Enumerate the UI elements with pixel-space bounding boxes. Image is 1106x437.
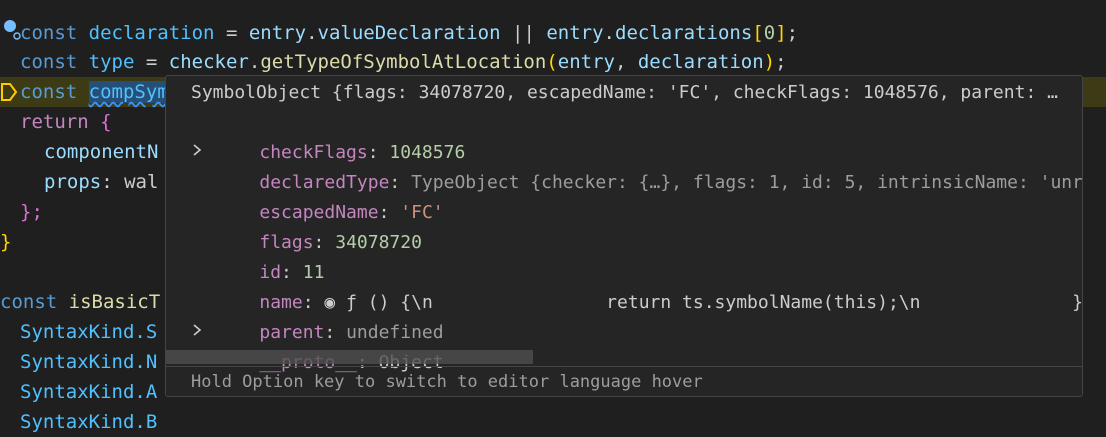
tree-row-escapedname[interactable]: escapedName: 'FC' [216, 168, 443, 223]
code-line-5[interactable]: componentN [44, 107, 158, 163]
code-line-7[interactable]: }; [20, 167, 43, 223]
breakpoint-hint-icon[interactable] [2, 18, 22, 45]
code-line-13[interactable]: SyntaxKind.B [20, 377, 157, 433]
debug-hover-widget[interactable]: SymbolObject {flags: 34078720, escapedNa… [165, 75, 1083, 397]
expand-chevron-icon[interactable] [190, 142, 204, 163]
code-line-9[interactable]: const isBasicT [0, 257, 160, 313]
expand-chevron-icon[interactable] [190, 322, 204, 343]
code-line-6[interactable]: props: wal [44, 137, 158, 193]
code-line-8[interactable]: } [0, 197, 11, 253]
code-line-2[interactable]: const type = checker.getTypeOfSymbolAtLo… [20, 17, 787, 73]
code-line-4[interactable]: return { [20, 77, 112, 133]
tree-row-proto[interactable]: __proto__: Object [216, 318, 443, 373]
code-line-1[interactable]: const declaration = entry.valueDeclarati… [20, 0, 798, 44]
tree-row-name[interactable]: name: ◉ ƒ () {\n return ts.symbolName(th… [216, 258, 1082, 313]
tree-row-parent[interactable]: parent: undefined [216, 288, 443, 343]
debug-stack-frame-icon[interactable] [0, 82, 18, 107]
code-line-11[interactable]: SyntaxKind.N [20, 317, 157, 373]
hover-footer-hint: Hold Option key to switch to editor lang… [166, 366, 1082, 396]
tree-row-flags[interactable]: flags: 34078720 [216, 198, 422, 253]
code-line-3[interactable]: const compSymbol = type.aliasSymbol || t… [20, 47, 622, 103]
horizontal-scrollbar[interactable] [166, 350, 533, 364]
hover-header[interactable]: SymbolObject {flags: 34078720, escapedNa… [166, 76, 1082, 109]
tree-row-declaredtype[interactable]: declaredType: TypeObject {checker: {…}, … [216, 138, 1082, 193]
code-line-10[interactable]: SyntaxKind.S [20, 287, 157, 343]
tree-row-checkflags[interactable]: checkFlags: 1048576 [216, 108, 465, 163]
code-line-12[interactable]: SyntaxKind.A [20, 347, 157, 403]
tree-row-id[interactable]: id: 11 [216, 228, 324, 283]
